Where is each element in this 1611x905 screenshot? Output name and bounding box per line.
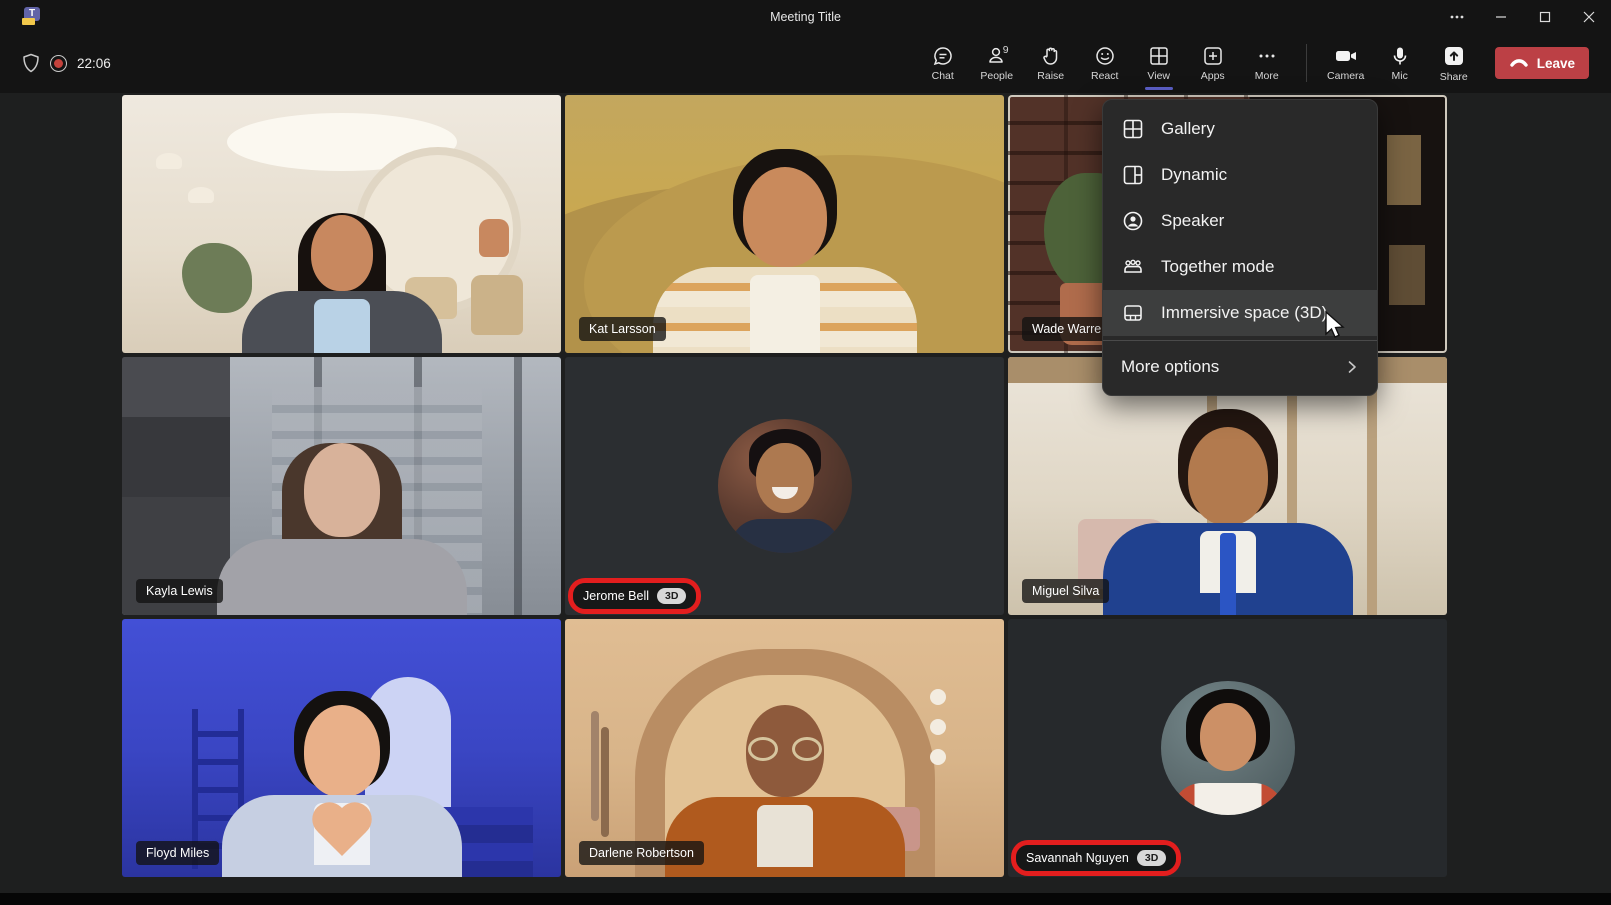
titlebar-more-icon[interactable] bbox=[1435, 0, 1479, 33]
meeting-timer: 22:06 bbox=[77, 56, 111, 71]
raise-button[interactable]: Raise bbox=[1024, 35, 1078, 91]
hangup-icon bbox=[1509, 57, 1529, 69]
more-dots-icon bbox=[1256, 45, 1278, 67]
view-button[interactable]: View bbox=[1132, 35, 1186, 91]
dynamic-view-icon bbox=[1121, 163, 1145, 187]
react-button[interactable]: React bbox=[1078, 35, 1132, 91]
share-icon bbox=[1442, 44, 1466, 68]
camera-button[interactable]: Camera bbox=[1319, 35, 1373, 91]
window-title: Meeting Title bbox=[0, 10, 1611, 24]
video-tile[interactable]: Darlene Robertson bbox=[565, 619, 1004, 877]
participant-name-tag: Kat Larsson bbox=[579, 317, 666, 341]
chat-button[interactable]: Chat bbox=[916, 35, 970, 91]
minimize-button[interactable] bbox=[1479, 0, 1523, 33]
share-button[interactable]: Share bbox=[1427, 35, 1481, 91]
badge-3d: 3D bbox=[1137, 850, 1166, 866]
shield-icon bbox=[22, 53, 40, 73]
video-tile[interactable] bbox=[122, 95, 561, 353]
participant-name-tag: Kayla Lewis bbox=[136, 579, 223, 603]
maximize-button[interactable] bbox=[1523, 0, 1567, 33]
more-button[interactable]: More bbox=[1240, 35, 1294, 91]
participant-name-tag-annotated: Savannah Nguyen 3D bbox=[1016, 845, 1176, 871]
window-bottom-edge bbox=[0, 893, 1611, 905]
people-button[interactable]: 9 People bbox=[970, 35, 1024, 91]
avatar bbox=[212, 183, 472, 353]
meeting-toolbar: 22:06 Chat 9 People Raise React View App… bbox=[0, 33, 1611, 93]
menu-divider bbox=[1103, 340, 1377, 341]
video-tile[interactable]: Kayla Lewis bbox=[122, 357, 561, 615]
raise-hand-icon bbox=[1040, 45, 1062, 67]
chevron-right-icon bbox=[1345, 360, 1359, 374]
view-grid-icon bbox=[1148, 45, 1170, 67]
video-tile[interactable]: Jerome Bell 3D bbox=[565, 357, 1004, 615]
speaker-view-icon bbox=[1121, 209, 1145, 233]
menu-item-gallery[interactable]: Gallery bbox=[1103, 106, 1377, 152]
avatar bbox=[625, 143, 945, 353]
menu-item-more-options[interactable]: More options bbox=[1103, 345, 1377, 389]
video-tile[interactable]: Savannah Nguyen 3D bbox=[1008, 619, 1447, 877]
video-tile[interactable]: Floyd Miles bbox=[122, 619, 561, 877]
video-tile[interactable]: Kat Larsson bbox=[565, 95, 1004, 353]
badge-3d: 3D bbox=[657, 588, 686, 604]
menu-item-speaker[interactable]: Speaker bbox=[1103, 198, 1377, 244]
menu-item-dynamic[interactable]: Dynamic bbox=[1103, 152, 1377, 198]
apps-plus-icon bbox=[1202, 45, 1224, 67]
view-dropdown-menu: Gallery Dynamic Speaker Together mode Im… bbox=[1102, 99, 1378, 396]
camera-icon bbox=[1334, 45, 1358, 67]
mic-button[interactable]: Mic bbox=[1373, 35, 1427, 91]
glasses bbox=[748, 737, 822, 761]
chat-icon bbox=[932, 45, 954, 67]
avatar bbox=[1068, 400, 1388, 615]
toolbar-divider bbox=[1306, 44, 1307, 82]
recording-indicator-icon bbox=[50, 55, 67, 72]
avatar bbox=[192, 415, 492, 615]
apps-button[interactable]: Apps bbox=[1186, 35, 1240, 91]
participant-name-tag: Miguel Silva bbox=[1022, 579, 1109, 603]
participant-name-tag-annotated: Jerome Bell 3D bbox=[573, 583, 696, 609]
mouse-cursor bbox=[1322, 310, 1348, 340]
mic-icon bbox=[1389, 45, 1411, 67]
together-mode-icon bbox=[1121, 255, 1145, 279]
people-count: 9 bbox=[1003, 44, 1009, 56]
menu-item-together-mode[interactable]: Together mode bbox=[1103, 244, 1377, 290]
avatar bbox=[718, 419, 852, 553]
participant-name-tag: Darlene Robertson bbox=[579, 841, 704, 865]
immersive-space-icon bbox=[1121, 301, 1145, 325]
close-button[interactable] bbox=[1567, 0, 1611, 33]
participant-name-tag: Floyd Miles bbox=[136, 841, 219, 865]
leave-button[interactable]: Leave bbox=[1495, 47, 1589, 79]
titlebar: T Meeting Title bbox=[0, 0, 1611, 33]
gallery-icon bbox=[1121, 117, 1145, 141]
react-smiley-icon bbox=[1094, 45, 1116, 67]
avatar bbox=[1161, 681, 1295, 815]
